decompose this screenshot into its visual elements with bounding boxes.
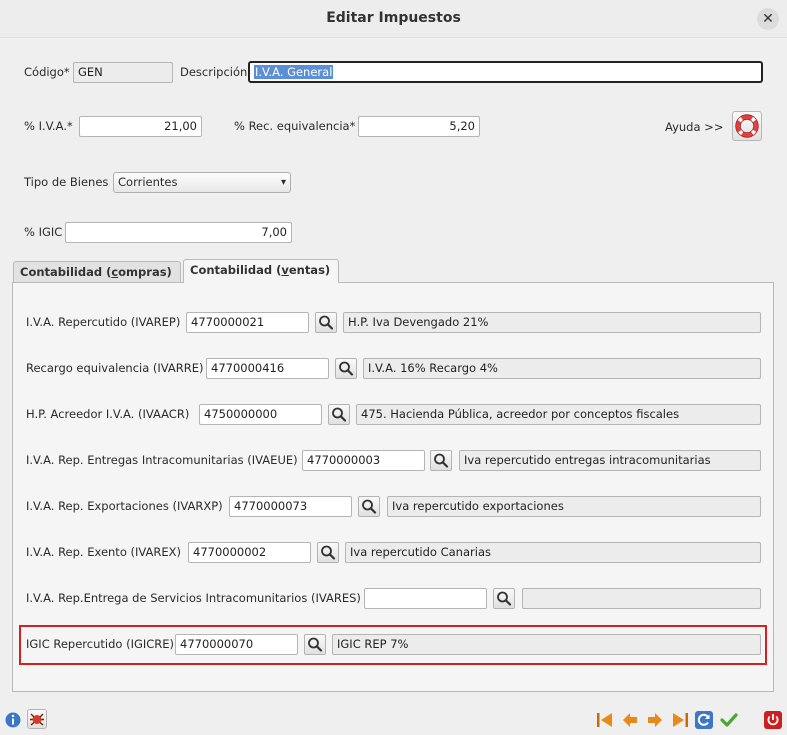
tipo-bienes-select[interactable]: Corrientes ▾ xyxy=(113,172,291,193)
first-record-button[interactable] xyxy=(595,710,615,730)
account-code-ivaeue[interactable]: 4770000003 xyxy=(302,450,425,471)
account-desc-ivarxp: Iva repercutido exportaciones xyxy=(387,496,761,517)
last-record-button[interactable] xyxy=(670,710,690,730)
tab-ventas-text-2: entas) xyxy=(288,263,331,277)
next-record-button[interactable] xyxy=(645,710,665,730)
search-button-ivarex[interactable] xyxy=(317,542,339,563)
account-label-ivaeue: I.V.A. Rep. Entregas Intracomunitarias (… xyxy=(26,453,298,467)
rec-equivalencia-field[interactable]: 5,20 xyxy=(358,116,480,137)
account-code-ivarre[interactable]: 4770000416 xyxy=(206,358,329,379)
account-code-ivares[interactable] xyxy=(364,588,487,609)
search-button-ivaacr[interactable] xyxy=(328,404,350,425)
info-button[interactable] xyxy=(4,711,24,731)
account-desc-ivarre: I.V.A. 16% Recargo 4% xyxy=(363,358,761,379)
account-desc-ivaacr: 475. Hacienda Pública, acreedor por conc… xyxy=(356,404,761,425)
account-label-ivarep: I.V.A. Repercutido (IVAREP) xyxy=(26,315,181,329)
next-record-icon xyxy=(648,713,662,727)
close-button[interactable]: ✕ xyxy=(757,8,779,30)
iva-label: % I.V.A.* xyxy=(24,119,73,133)
search-button-ivares[interactable] xyxy=(493,588,515,609)
descripcion-label: Descripción xyxy=(180,65,248,79)
tipo-bienes-value: Corrientes xyxy=(118,175,178,189)
search-icon xyxy=(332,407,347,422)
tab-ventas-text-1: Contabilidad ( xyxy=(190,263,282,277)
codigo-label: Código* xyxy=(24,65,70,79)
search-button-ivarre[interactable] xyxy=(335,358,357,379)
previous-record-button[interactable] xyxy=(620,710,640,730)
bug-icon xyxy=(30,713,44,726)
igic-label: % IGIC xyxy=(24,225,63,239)
search-icon xyxy=(362,499,377,514)
account-code-ivaacr[interactable]: 4750000000 xyxy=(199,404,322,425)
account-label-ivarre: Recargo equivalencia (IVARRE) xyxy=(26,361,204,375)
search-icon xyxy=(434,453,449,468)
igic-field[interactable]: 7,00 xyxy=(65,222,292,243)
previous-record-icon xyxy=(623,713,637,727)
account-desc-ivarep: H.P. Iva Devengado 21% xyxy=(343,312,761,333)
exit-button[interactable] xyxy=(763,710,783,730)
search-button-ivarep[interactable] xyxy=(315,312,337,333)
first-record-icon xyxy=(597,713,612,727)
search-icon xyxy=(321,545,336,560)
help-button[interactable] xyxy=(732,111,762,141)
refresh-icon xyxy=(695,711,713,729)
lifebuoy-icon xyxy=(735,114,759,138)
account-desc-ivaeue: Iva repercutido entregas intracomunitari… xyxy=(459,450,761,471)
tab-compras-text-2: ompras) xyxy=(118,265,172,279)
window-title: Editar Impuestos xyxy=(326,10,461,26)
chevron-down-icon: ▾ xyxy=(280,177,286,188)
ayuda-label[interactable]: Ayuda >> xyxy=(665,117,723,137)
account-code-ivarex[interactable]: 4770000002 xyxy=(188,542,311,563)
tab-ventas-mnemonic: v xyxy=(281,263,289,277)
debug-button[interactable] xyxy=(27,709,47,729)
account-label-ivarxp: I.V.A. Rep. Exportaciones (IVARXP) xyxy=(26,499,223,513)
search-button-ivarxp[interactable] xyxy=(358,496,380,517)
descripcion-field[interactable]: I.V.A. General xyxy=(248,61,763,83)
codigo-field[interactable]: GEN xyxy=(73,62,173,83)
account-label-ivaacr: H.P. Acreedor I.V.A. (IVAACR) xyxy=(26,407,190,421)
account-code-ivarep[interactable]: 4770000021 xyxy=(186,312,309,333)
info-icon xyxy=(5,712,21,728)
search-button-ivaeue[interactable] xyxy=(430,450,452,471)
last-record-icon xyxy=(673,713,688,727)
search-icon xyxy=(319,315,334,330)
accept-button[interactable] xyxy=(719,710,739,730)
account-label-ivarex: I.V.A. Rep. Exento (IVAREX) xyxy=(26,545,182,559)
checkmark-icon xyxy=(720,713,738,727)
highlight-box xyxy=(19,625,767,665)
search-icon xyxy=(497,591,512,606)
power-icon xyxy=(764,711,782,729)
account-desc-ivares xyxy=(522,588,761,609)
tipo-bienes-label: Tipo de Bienes xyxy=(24,175,109,189)
refresh-button[interactable] xyxy=(694,710,714,730)
account-desc-ivarex: Iva repercutido Canarias xyxy=(345,542,761,563)
account-code-ivarxp[interactable]: 4770000073 xyxy=(229,496,352,517)
search-icon xyxy=(339,361,354,376)
tab-contabilidad-ventas[interactable]: Contabilidad (ventas) xyxy=(183,259,339,283)
rec-equivalencia-label: % Rec. equivalencia* xyxy=(234,119,356,133)
account-label-ivares: I.V.A. Rep.Entrega de Servicios Intracom… xyxy=(26,591,361,605)
iva-field[interactable]: 21,00 xyxy=(79,116,202,137)
descripcion-value: I.V.A. General xyxy=(254,65,334,79)
tab-compras-text-1: Contabilidad ( xyxy=(20,265,112,279)
tab-contabilidad-compras[interactable]: Contabilidad (compras) xyxy=(13,261,181,283)
